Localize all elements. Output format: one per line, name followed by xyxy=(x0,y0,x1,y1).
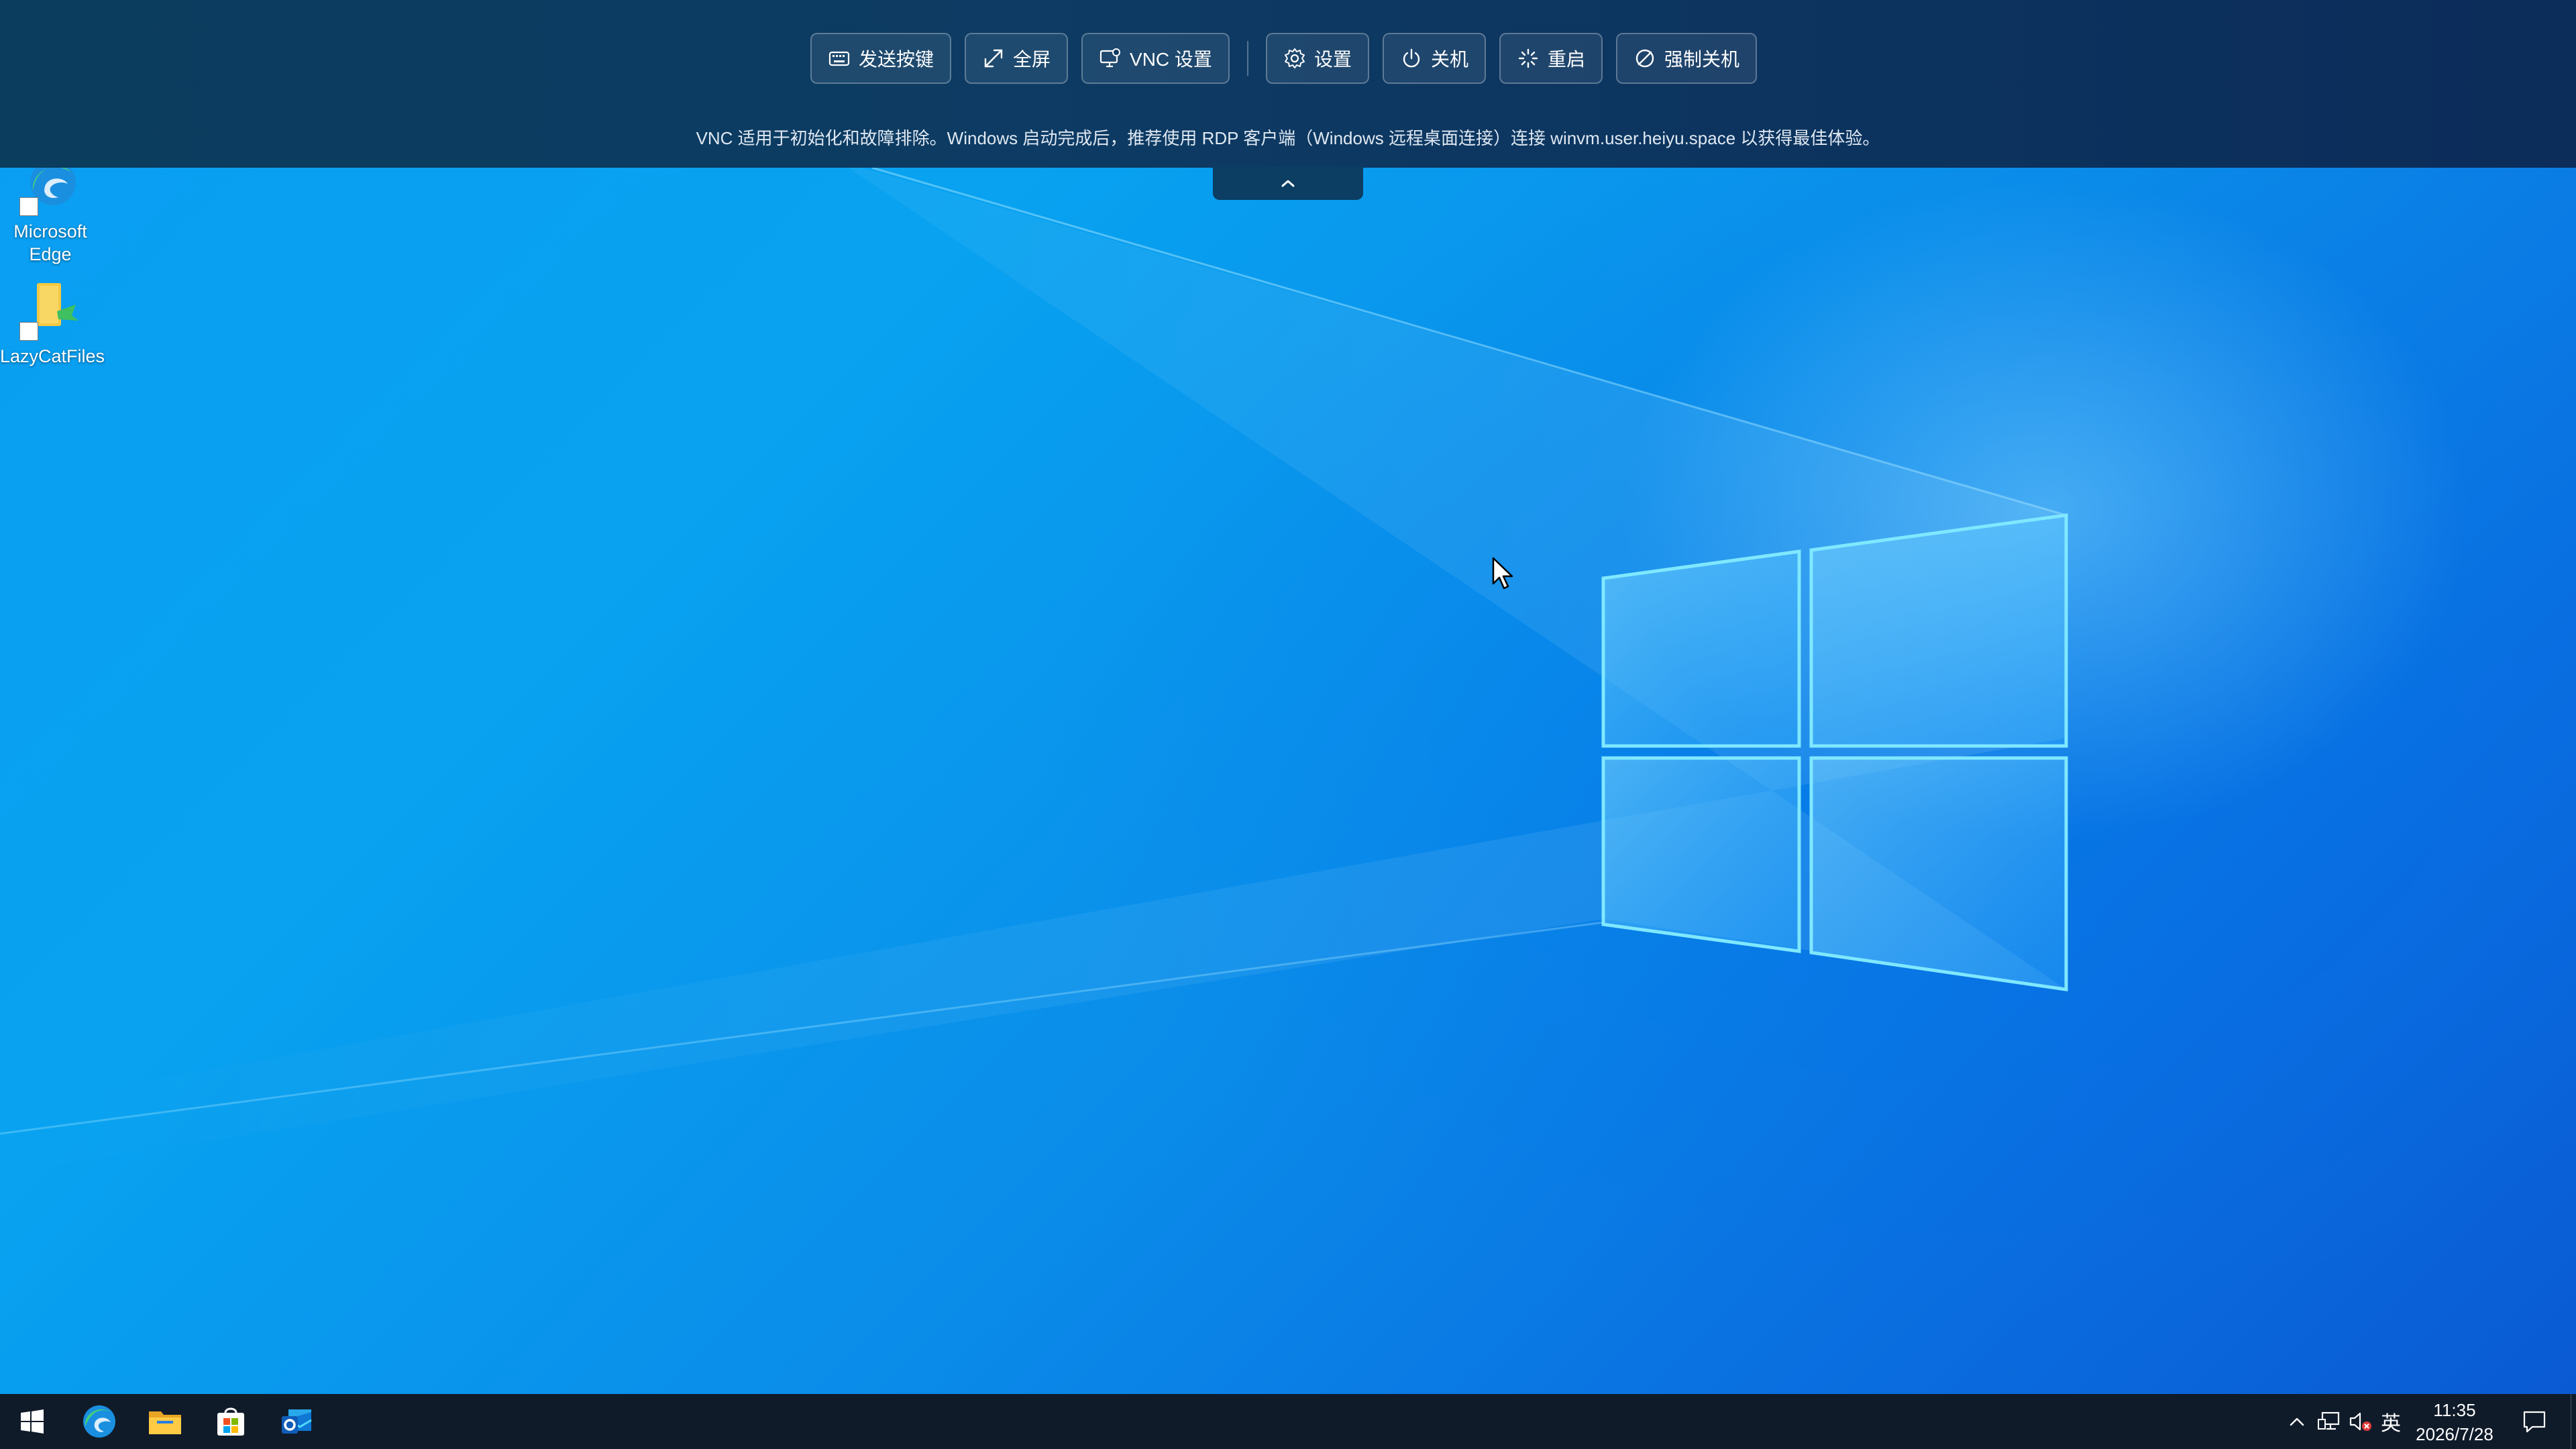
keyboard-icon xyxy=(828,51,850,66)
send-keys-button[interactable]: 发送按键 xyxy=(810,33,952,84)
shutdown-button[interactable]: 关机 xyxy=(1382,33,1486,84)
restart-icon xyxy=(1518,48,1538,68)
chevron-up-icon xyxy=(2290,1417,2304,1426)
collapse-toolbar-button[interactable] xyxy=(1213,166,1363,200)
windows-start-icon xyxy=(21,1409,44,1434)
restart-button[interactable]: 重启 xyxy=(1499,33,1603,84)
store-icon xyxy=(217,1407,244,1436)
shortcut-arrow-icon xyxy=(19,197,38,216)
force-off-icon xyxy=(1635,49,1654,68)
show-hidden-icons-button[interactable] xyxy=(2284,1394,2310,1449)
mouse-cursor-icon xyxy=(1492,557,1513,590)
taskbar-edge-button[interactable] xyxy=(67,1394,131,1449)
settings-label: 设置 xyxy=(1313,49,1352,70)
action-center-button[interactable] xyxy=(2514,1394,2555,1449)
send-keys-label: 发送按键 xyxy=(859,49,934,70)
desktop-wallpaper[interactable]: Microsoft Edge LazyCatFiles xyxy=(0,0,2576,1394)
folder-icon xyxy=(149,1411,181,1434)
network-tray-button[interactable] xyxy=(2314,1394,2344,1449)
force-shutdown-label: 强制关机 xyxy=(1664,49,1739,70)
taskbar: 英 xyxy=(0,1394,2576,1449)
vnc-viewer: Microsoft Edge LazyCatFiles 发送按键 全屏 VNC … xyxy=(0,0,2576,1449)
start-button[interactable] xyxy=(0,1394,64,1449)
windows-wallpaper-art xyxy=(0,161,2068,1174)
notification-icon xyxy=(2523,1411,2546,1433)
desktop-icon-label: Microsoft Edge xyxy=(13,221,87,264)
clock-date: 2026/7/28 xyxy=(2416,1424,2493,1444)
toolbar-divider xyxy=(1246,41,1248,76)
taskbar-outlook-button[interactable] xyxy=(264,1394,329,1449)
vnc-settings-label: VNC 设置 xyxy=(1130,49,1212,70)
network-icon xyxy=(2318,1411,2340,1430)
vnc-notice-text: VNC 适用于初始化和故障排除。Windows 启动完成后，推荐使用 RDP 客… xyxy=(696,128,1880,148)
shortcut-arrow-icon xyxy=(19,322,38,341)
restart-label: 重启 xyxy=(1547,49,1585,70)
shutdown-label: 关机 xyxy=(1430,49,1468,70)
fullscreen-button[interactable]: 全屏 xyxy=(965,33,1069,84)
fullscreen-label: 全屏 xyxy=(1013,49,1051,70)
power-icon xyxy=(1403,48,1420,68)
chevron-up-icon xyxy=(1281,180,1295,187)
desktop-icon-label: LazyCatFiles xyxy=(0,346,105,366)
vnc-toolbar: 发送按键 全屏 VNC 设置 设置 关机 重启 强制关机 VNC 适用于初始化和… xyxy=(0,0,2576,168)
volume-muted-icon xyxy=(2349,1412,2371,1431)
taskbar-file-explorer-button[interactable] xyxy=(133,1394,197,1449)
force-shutdown-button[interactable]: 强制关机 xyxy=(1615,33,1757,84)
volume-tray-button[interactable] xyxy=(2347,1394,2375,1449)
gear-icon xyxy=(1284,48,1305,68)
edge-icon xyxy=(83,1405,115,1438)
clock-time: 11:35 xyxy=(2433,1400,2476,1420)
mail-icon xyxy=(282,1409,312,1434)
vnc-button-group: 发送按键 全屏 VNC 设置 设置 关机 重启 强制关机 xyxy=(810,32,1770,85)
expand-icon xyxy=(984,49,1003,68)
taskbar-clock[interactable]: 11:35 2026/7/28 xyxy=(2398,1398,2512,1446)
taskbar-store-button[interactable] xyxy=(199,1394,263,1449)
show-desktop-button[interactable] xyxy=(2571,1394,2576,1449)
monitor-settings-icon xyxy=(1099,48,1121,68)
folder-icon xyxy=(18,278,83,342)
vnc-settings-button[interactable]: VNC 设置 xyxy=(1081,33,1230,84)
desktop-icon-edge[interactable]: Microsoft Edge xyxy=(0,153,101,266)
desktop-icon-lazycatfiles[interactable]: LazyCatFiles xyxy=(0,278,105,368)
settings-button[interactable]: 设置 xyxy=(1265,33,1369,84)
